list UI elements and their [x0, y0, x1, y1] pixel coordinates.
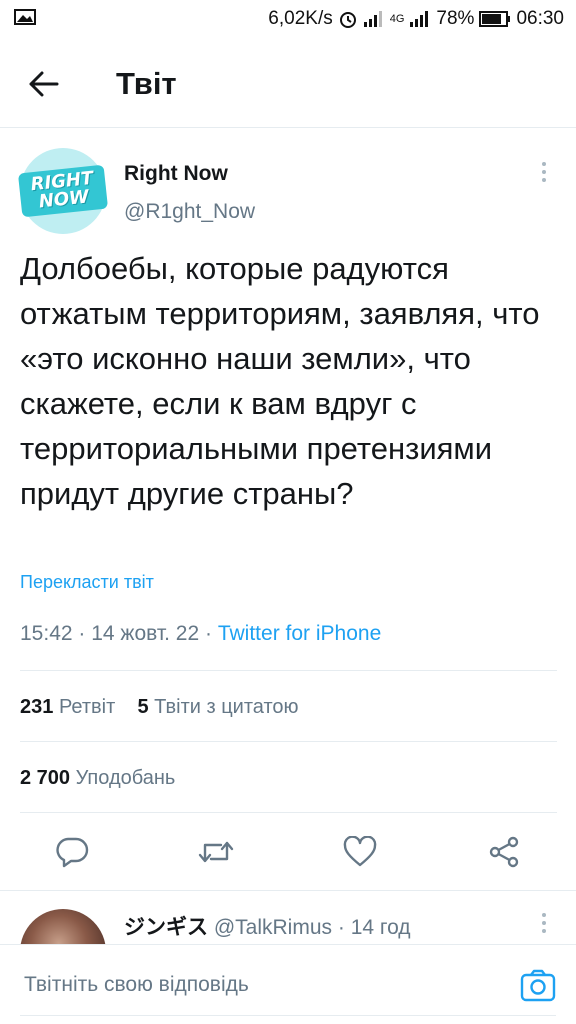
- page-title: Твіт: [116, 66, 177, 101]
- retweet-icon: [198, 841, 234, 863]
- tweet-meta: 15:42 · 14 жовт. 22 · Twitter for iPhone: [20, 622, 382, 645]
- reply-input[interactable]: Твітніть свою відповідь: [24, 973, 249, 997]
- network-speed: 6,02K/s: [268, 8, 333, 29]
- tweet-time: 15:42: [20, 622, 73, 645]
- reply-author-handle: @TalkRimus: [213, 916, 333, 939]
- author-name[interactable]: Right Now: [124, 162, 228, 186]
- quotes-label: Твіти з цитатою: [154, 696, 299, 718]
- gallery-icon: [14, 9, 36, 25]
- reply-composer: Твітніть свою відповідь: [0, 944, 576, 1024]
- like-button[interactable]: [340, 832, 380, 872]
- camera-icon[interactable]: [520, 969, 556, 1005]
- status-indicators: 6,02K/s 4G 78% 06:30: [268, 6, 564, 32]
- divider: [20, 741, 557, 742]
- battery-icon: [479, 11, 511, 27]
- likes-count: 2 700: [20, 767, 71, 789]
- divider: [20, 812, 557, 813]
- avatar-logo: RIGHT NOW: [17, 164, 109, 218]
- avatar[interactable]: RIGHT NOW: [17, 148, 109, 234]
- heart-icon: [343, 836, 377, 867]
- tweet-text: Долбоебы, которые радуются отжатым терри…: [20, 251, 540, 511]
- app-bar: Твіт: [0, 38, 576, 128]
- retweet-button[interactable]: [196, 832, 236, 872]
- more-options-icon[interactable]: [534, 158, 554, 188]
- reply-icon: [56, 837, 89, 868]
- translate-link[interactable]: Перекласти твіт: [20, 572, 154, 593]
- quotes-count: 5: [137, 696, 149, 718]
- tweet-author: RIGHT NOW Right Now @R1ght_Now: [0, 128, 576, 238]
- tweet-date: 14 жовт. 22: [91, 622, 200, 645]
- battery-percent: 78%: [436, 8, 475, 29]
- retweets-label: Ретвіт: [58, 696, 116, 718]
- tweet-source[interactable]: Twitter for iPhone: [218, 622, 381, 645]
- reply-header: ジンギス @TalkRimus · 14 год: [124, 916, 411, 939]
- like-stats[interactable]: 2 700 Уподобань: [20, 767, 175, 790]
- alarm-icon: [338, 9, 358, 29]
- share-icon: [489, 836, 519, 868]
- signal-icon-2: [409, 10, 431, 28]
- retweets-count: 231: [20, 696, 54, 718]
- signal-icon: [363, 10, 385, 28]
- reply-time: 14 год: [350, 916, 411, 939]
- arrow-left-icon: [29, 71, 59, 97]
- clock: 06:30: [516, 8, 564, 29]
- composer-underline: [20, 1015, 556, 1016]
- more-options-icon[interactable]: [534, 909, 554, 939]
- likes-label: Уподобань: [75, 767, 176, 789]
- status-bar: 6,02K/s 4G 78% 06:30: [0, 0, 576, 38]
- network-type: 4G: [389, 13, 405, 25]
- retweet-stats[interactable]: 231 Ретвіт 5 Твіти з цитатою: [20, 696, 299, 719]
- back-button[interactable]: [24, 64, 64, 104]
- reply-author-name: ジンギス: [124, 916, 208, 939]
- author-handle[interactable]: @R1ght_Now: [124, 200, 255, 224]
- reply-button[interactable]: [52, 832, 92, 872]
- share-button[interactable]: [484, 832, 524, 872]
- reply-tweet[interactable]: ジンギス @TalkRimus · 14 год: [0, 890, 576, 950]
- divider: [20, 670, 557, 671]
- tweet-actions: [0, 828, 576, 876]
